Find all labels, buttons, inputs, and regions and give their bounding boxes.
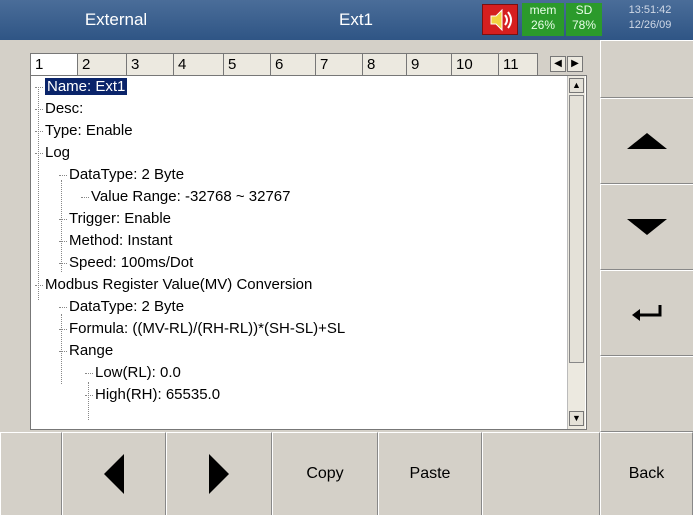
sd-usage-indicator: SD 78% — [566, 3, 602, 36]
tree-item-modbus-datatype[interactable]: DataType: 2 Byte — [59, 296, 184, 318]
tree-scrollbar[interactable]: ▲ ▼ — [567, 76, 585, 429]
tree-item-desc[interactable]: Desc: — [35, 98, 83, 120]
tree-item-modbus-conversion[interactable]: Modbus Register Value(MV) Conversion — [35, 274, 312, 296]
tree-item-label: DataType: 2 Byte — [69, 166, 185, 183]
move-right-button[interactable] — [166, 432, 272, 515]
speaker-icon[interactable] — [482, 4, 518, 35]
property-tree: Name: Ext1 Desc: Type: Enable Log DataTy… — [30, 75, 587, 430]
tab-11[interactable]: 11 — [498, 53, 538, 75]
clock-time: 13:51:42 — [628, 4, 672, 16]
tree-item-type[interactable]: Type: Enable — [35, 120, 133, 142]
memory-value: 26% — [530, 18, 556, 32]
tab-6[interactable]: 6 — [270, 53, 316, 75]
tree-item-low-rl[interactable]: Low(RL): 0.0 — [85, 362, 181, 384]
scrollbar-thumb[interactable] — [569, 95, 584, 363]
move-left-button[interactable] — [62, 432, 166, 515]
right-blank-button-2 — [600, 356, 693, 432]
tree-item-label: Formula: ((MV-RL)/(RH-RL))*(SH-SL)+SL — [69, 320, 346, 337]
arrow-left-icon — [104, 454, 124, 494]
tree-item-range[interactable]: Range — [59, 340, 113, 362]
screen-title: External — [84, 10, 148, 29]
tab-scroll-left-icon[interactable]: ◀ — [550, 56, 566, 72]
tree-item-label: Method: Instant — [69, 232, 173, 249]
tab-strip: 1 2 3 4 5 6 7 8 9 10 11 — [30, 53, 585, 75]
move-down-button[interactable] — [600, 184, 693, 270]
arrow-up-icon — [627, 133, 667, 149]
enter-button[interactable] — [600, 270, 693, 356]
right-blank-button — [600, 40, 693, 98]
tree-item-log[interactable]: Log — [35, 142, 70, 164]
tree-item-label: Desc: — [45, 100, 84, 117]
clock: 13:51:42 12/26/09 — [610, 3, 690, 36]
copy-button[interactable]: Copy — [272, 432, 378, 515]
tree-item-high-rh[interactable]: High(RH): 65535.0 — [85, 384, 220, 406]
paste-button[interactable]: Paste — [378, 432, 482, 515]
tree-item-label: Value Range: -32768 ~ 32767 — [91, 188, 291, 205]
move-up-button[interactable] — [600, 98, 693, 184]
tab-10[interactable]: 10 — [451, 53, 499, 75]
tab-7[interactable]: 7 — [315, 53, 363, 75]
channel-title: Ext1 — [338, 10, 374, 29]
tab-3[interactable]: 3 — [126, 53, 174, 75]
tree-item-speed[interactable]: Speed: 100ms/Dot — [59, 252, 193, 274]
bottom-blank-button — [0, 432, 62, 515]
tree-item-label: DataType: 2 Byte — [69, 298, 185, 315]
scroll-down-icon[interactable]: ▼ — [569, 411, 584, 426]
memory-label: mem — [529, 3, 557, 17]
back-button[interactable]: Back — [600, 432, 693, 515]
tree-item-method[interactable]: Method: Instant — [59, 230, 172, 252]
sd-label: SD — [575, 3, 593, 17]
tab-8[interactable]: 8 — [362, 53, 407, 75]
tree-item-label: Low(RL): 0.0 — [95, 364, 181, 381]
tab-2[interactable]: 2 — [77, 53, 127, 75]
tree-item-label: Log — [45, 144, 71, 161]
tree-item-value-range[interactable]: Value Range: -32768 ~ 32767 — [81, 186, 290, 208]
scroll-up-icon[interactable]: ▲ — [569, 78, 584, 93]
memory-usage-indicator: mem 26% — [522, 3, 564, 36]
tab-9[interactable]: 9 — [406, 53, 452, 75]
tree-item-label: Trigger: Enable — [69, 210, 171, 227]
tree-item-name[interactable]: Name: Ext1 — [35, 76, 128, 98]
title-bar: External Ext1 mem 26% SD 78% 13:51:42 12… — [0, 0, 693, 40]
arrow-down-icon — [627, 219, 667, 235]
tree-item-formula[interactable]: Formula: ((MV-RL)/(RH-RL))*(SH-SL)+SL — [59, 318, 345, 340]
tree-item-label: Range — [69, 342, 114, 359]
bottom-blank-button-2 — [482, 432, 600, 515]
tree-item-label: Modbus Register Value(MV) Conversion — [45, 276, 313, 293]
clock-date: 12/26/09 — [628, 19, 672, 31]
tree-item-label: Type: Enable — [45, 122, 133, 139]
tab-scroll-right-icon[interactable]: ▶ — [567, 56, 583, 72]
tree-item-trigger[interactable]: Trigger: Enable — [59, 208, 171, 230]
arrow-right-icon — [209, 454, 229, 494]
tree-item-label: Name: Ext1 — [45, 78, 128, 95]
tree-item-label: High(RH): 65535.0 — [95, 386, 221, 403]
tree-item-log-datatype[interactable]: DataType: 2 Byte — [59, 164, 184, 186]
tree-item-label: Speed: 100ms/Dot — [69, 254, 194, 271]
tab-5[interactable]: 5 — [223, 53, 271, 75]
sd-value: 78% — [571, 18, 597, 32]
tab-1[interactable]: 1 — [30, 53, 78, 75]
enter-icon — [632, 305, 662, 321]
tab-4[interactable]: 4 — [173, 53, 224, 75]
